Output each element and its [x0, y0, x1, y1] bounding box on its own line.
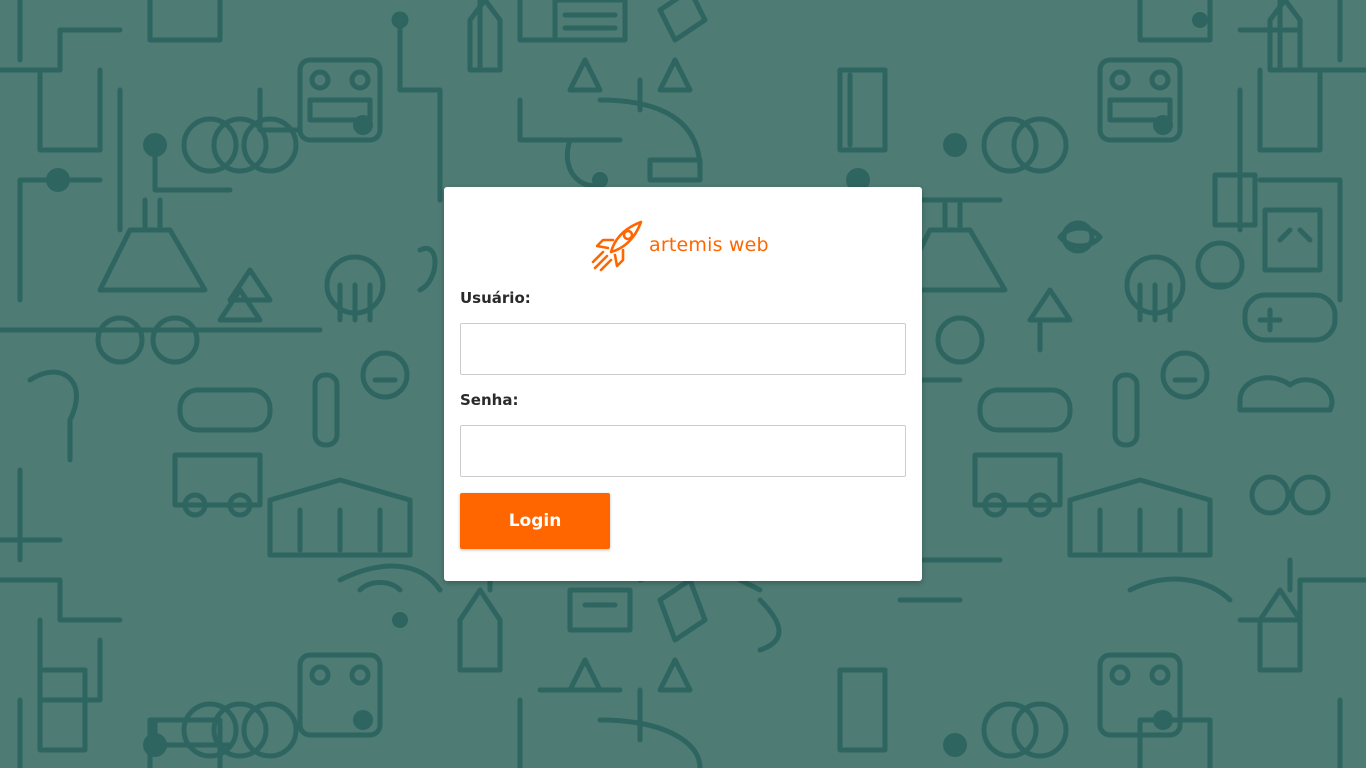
rocket-icon — [591, 220, 643, 272]
brand-name: artemis web — [649, 234, 769, 256]
username-input[interactable] — [460, 323, 906, 375]
login-card: artemis web Usuário: Senha: Login — [444, 187, 922, 581]
username-label: Usuário: — [460, 289, 531, 307]
password-label: Senha: — [460, 391, 519, 409]
login-button[interactable]: Login — [460, 493, 610, 549]
brand-logo: artemis web — [589, 217, 769, 273]
password-input[interactable] — [460, 425, 906, 477]
